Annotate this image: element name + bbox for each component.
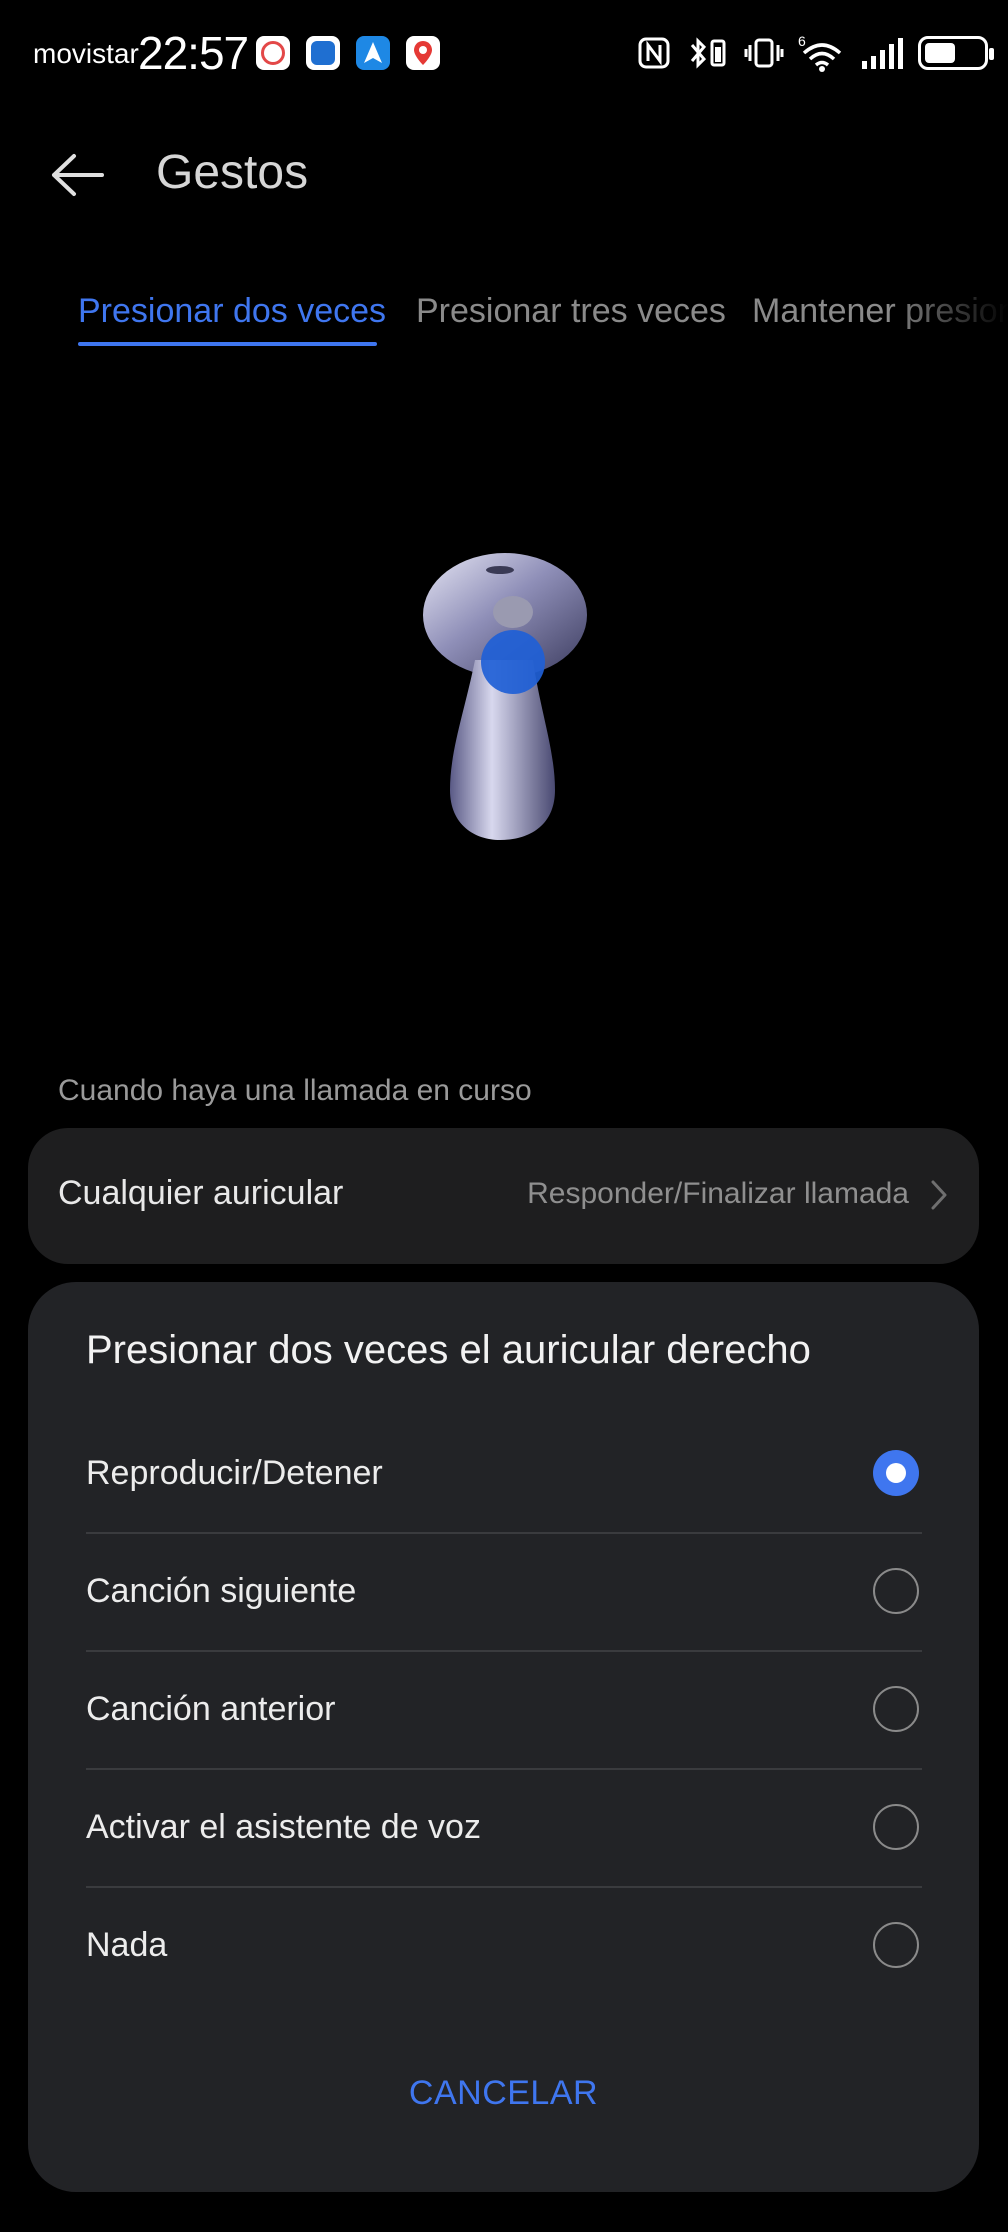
back-button[interactable] (50, 140, 130, 210)
option-label: Canción anterior (86, 1690, 336, 1728)
radio-unselected[interactable] (873, 1686, 919, 1732)
chevron-right-icon (931, 1180, 947, 1210)
navigation-app-icon (356, 36, 390, 70)
back-arrow-icon (52, 154, 104, 196)
active-tab-indicator (78, 342, 377, 346)
radio-unselected[interactable] (873, 1922, 919, 1968)
radio-unselected[interactable] (873, 1804, 919, 1850)
setting-label: Cualquier auricular (58, 1174, 344, 1212)
option-next-song[interactable]: Canción siguiente (86, 1534, 922, 1652)
option-previous-song[interactable]: Canción anterior (86, 1652, 922, 1770)
call-section-label: Cuando haya una llamada en curso (58, 1074, 532, 1107)
option-nothing[interactable]: Nada (86, 1888, 922, 2006)
tab-double-press[interactable]: Presionar dos veces (78, 292, 386, 331)
signal-icon (862, 38, 903, 69)
earbud-illustration (405, 540, 605, 850)
press-area-indicator (481, 630, 545, 694)
battery-icon (918, 36, 994, 70)
option-voice-assistant[interactable]: Activar el asistente de voz (86, 1770, 922, 1888)
option-label: Nada (86, 1926, 168, 1964)
bluetooth-battery-icon (690, 37, 726, 69)
option-label: Reproducir/Detener (86, 1454, 383, 1492)
system-indicators: 6 (636, 30, 994, 76)
gesture-action-dialog: Presionar dos veces el auricular derecho… (28, 1282, 979, 2192)
page-title: Gestos (156, 146, 309, 199)
maps-app-icon (406, 36, 440, 70)
tabs-fade (888, 280, 1008, 360)
dialog-title: Presionar dos veces el auricular derecho (86, 1328, 811, 1372)
radio-unselected[interactable] (873, 1568, 919, 1614)
wifi-version-label: 6 (798, 33, 806, 49)
option-play-pause[interactable]: Reproducir/Detener (86, 1416, 922, 1534)
carrier-name: movistar (33, 38, 139, 69)
gesture-tabs: Presionar dos veces Presionar tres veces… (0, 280, 1008, 360)
vibrate-icon (744, 38, 784, 68)
option-label: Activar el asistente de voz (86, 1808, 481, 1846)
call-gesture-setting[interactable]: Cualquier auricular Responder/Finalizar … (28, 1128, 979, 1264)
setting-value: Responder/Finalizar llamada (527, 1177, 909, 1210)
nfc-icon (638, 37, 670, 69)
wifi-6-icon: 6 (798, 33, 842, 72)
tab-triple-press[interactable]: Presionar tres veces (416, 292, 726, 331)
heart-rate-app-icon (256, 36, 290, 70)
clock: 22:57 (138, 27, 249, 79)
option-label: Canción siguiente (86, 1572, 357, 1610)
cancel-button[interactable]: CANCELAR (28, 2074, 979, 2113)
bank-app-icon (306, 36, 340, 70)
radio-selected[interactable] (873, 1450, 919, 1496)
status-bar: movistar 22:57 6 (0, 0, 1008, 110)
